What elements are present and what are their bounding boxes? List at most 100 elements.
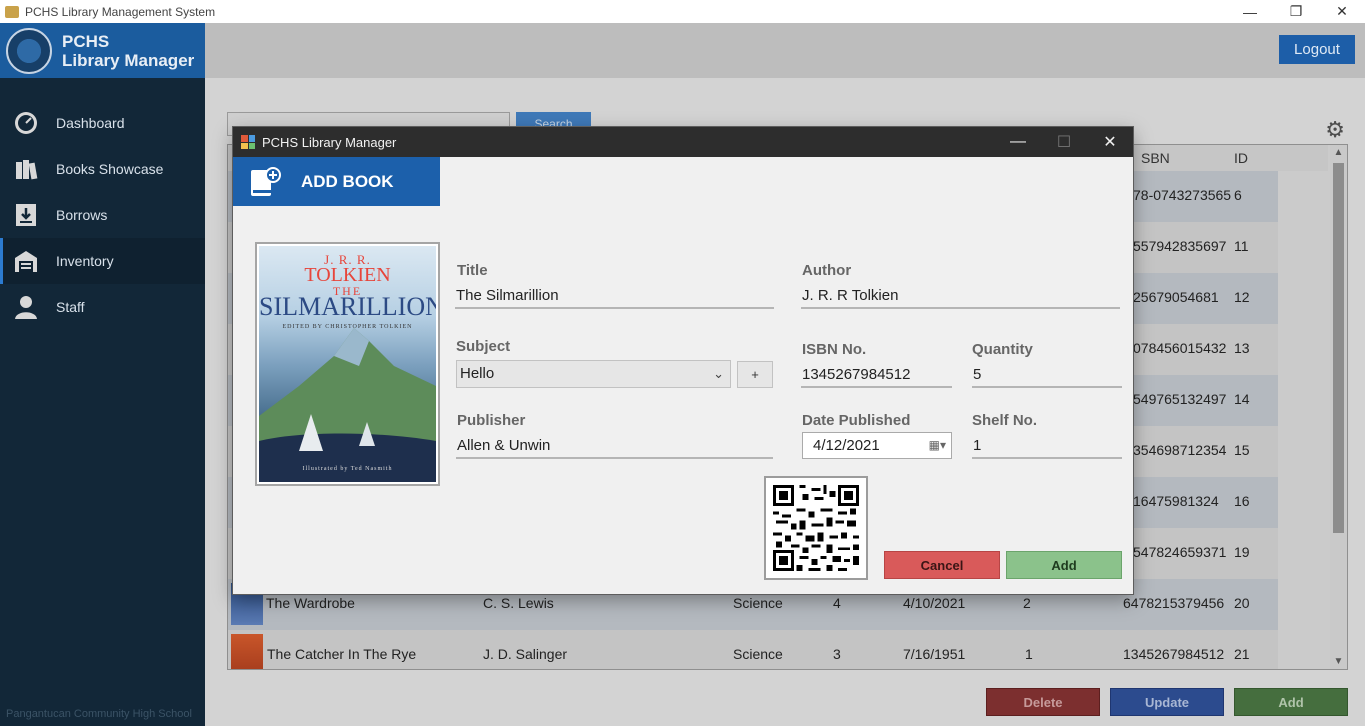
window-controls: — ❐ ✕ (1227, 0, 1365, 23)
cell-isbn: 25679054681 (1133, 289, 1219, 305)
cell-date: 4/10/2021 (903, 595, 966, 611)
isbn-qr-code (764, 476, 868, 580)
sidebar-item-label: Staff (56, 299, 85, 315)
sidebar-item-label: Inventory (56, 253, 114, 269)
logout-button[interactable]: Logout (1279, 35, 1355, 64)
cell-id: 15 (1234, 442, 1250, 458)
books-icon (12, 156, 40, 182)
date-published-value: 4/12/2021 (813, 437, 880, 454)
calendar-icon[interactable]: ▦▾ (929, 433, 946, 458)
sidebar-nav: Dashboard Books Showcase Borrows Invento… (0, 100, 205, 330)
minimize-icon[interactable]: — (995, 127, 1041, 157)
update-button[interactable]: Update (1110, 688, 1224, 716)
banner-title: ADD BOOK (301, 171, 394, 191)
cell-subject: Science (733, 646, 783, 662)
dashboard-gauge-icon (12, 110, 40, 136)
cell-isbn: 557942835697 (1133, 238, 1227, 254)
column-header-isbn[interactable]: SBN (1141, 150, 1170, 166)
author-field[interactable]: J. R. R Tolkien (801, 285, 1120, 309)
isbn-field[interactable]: 1345267984512 (801, 364, 952, 388)
cell-quantity: 3 (833, 646, 841, 662)
cell-isbn: 549765132497 (1133, 391, 1227, 407)
dialog-app-icon (241, 135, 255, 149)
brand-line1: PCHS (62, 31, 110, 51)
cell-id: 13 (1234, 340, 1250, 356)
person-icon (12, 294, 40, 320)
brand-header: PCHS Library Manager (0, 23, 205, 78)
table-scrollbar[interactable]: ▲ ▼ (1330, 145, 1347, 669)
cell-isbn: 078456015432 (1133, 340, 1227, 356)
publisher-field[interactable]: Allen & Unwin (456, 435, 773, 459)
minimize-icon[interactable]: — (1227, 0, 1273, 23)
publisher-label: Publisher (457, 412, 526, 429)
cell-subject: Science (733, 595, 783, 611)
column-header-id[interactable]: ID (1234, 150, 1248, 166)
add-book-dialog: PCHS Library Manager — ☐ ✕ ADD BOOK J. R… (233, 127, 1133, 594)
cell-shelf: 1 (1025, 646, 1033, 662)
chevron-down-icon: ⌄ (713, 366, 724, 381)
add-button[interactable]: Add (1234, 688, 1348, 716)
cell-author: J. D. Salinger (483, 646, 568, 662)
brand-text: PCHS Library Manager (62, 32, 194, 70)
cell-isbn: 78-0743273565 (1133, 187, 1232, 203)
cell-id: 20 (1234, 595, 1250, 611)
close-icon[interactable]: ✕ (1087, 127, 1133, 157)
shelf-field[interactable]: 1 (972, 435, 1122, 459)
cell-date: 7/16/1951 (903, 646, 966, 662)
sidebar-item-borrows[interactable]: Borrows (0, 192, 205, 238)
window-title: PCHS Library Management System (25, 4, 216, 19)
sidebar-item-label: Borrows (56, 207, 108, 223)
window-titlebar: PCHS Library Management System — ❐ ✕ (0, 0, 1365, 23)
cell-id: 21 (1234, 646, 1250, 662)
book-cover-image[interactable]: J. R. R. TOLKIEN THE SILMARILLION EDITED… (255, 242, 440, 486)
dialog-add-button[interactable]: Add (1006, 551, 1122, 579)
app-icon (5, 5, 19, 18)
title-label: Title (457, 262, 488, 279)
scroll-thumb[interactable] (1333, 163, 1344, 533)
cell-isbn: 16475981324 (1133, 493, 1219, 509)
download-tray-icon (12, 202, 40, 228)
add-book-banner: ADD BOOK (233, 157, 440, 206)
cell-id: 12 (1234, 289, 1250, 305)
restore-icon[interactable]: ❐ (1273, 0, 1319, 23)
subject-select[interactable]: Hello ⌄ (456, 360, 731, 388)
qr-code-image (773, 485, 859, 571)
maximize-icon: ☐ (1056, 134, 1072, 151)
cover-book-title: SILMARILLION (259, 292, 436, 321)
table-row[interactable]: The Catcher In The Rye J. D. Salinger Sc… (228, 630, 1278, 669)
school-seal-logo (6, 27, 52, 74)
brand-line2: Library Manager (62, 50, 195, 70)
sidebar-item-inventory[interactable]: Inventory (0, 238, 205, 284)
date-published-picker[interactable]: 4/12/2021 ▦▾ (802, 432, 952, 459)
warehouse-icon (12, 248, 40, 274)
scroll-up-icon[interactable]: ▲ (1330, 147, 1347, 158)
sidebar-item-dashboard[interactable]: Dashboard (0, 100, 205, 146)
title-field[interactable]: The Silmarillion (455, 285, 774, 309)
sidebar: PCHS Library Manager Dashboard Books Sho… (0, 23, 205, 726)
sidebar-item-books-showcase[interactable]: Books Showcase (0, 146, 205, 192)
gear-icon[interactable]: ⚙ (1325, 117, 1345, 143)
dialog-controls: — ☐ ✕ (995, 127, 1133, 157)
quantity-field[interactable]: 5 (972, 364, 1122, 388)
cancel-button[interactable]: Cancel (884, 551, 1000, 579)
cell-id: 11 (1234, 238, 1249, 254)
sidebar-item-label: Dashboard (56, 115, 125, 131)
sidebar-item-staff[interactable]: Staff (0, 284, 205, 330)
subject-value: Hello (460, 365, 495, 382)
isbn-label: ISBN No. (802, 341, 867, 358)
cell-isbn: 354698712354 (1133, 442, 1227, 458)
top-header-bar: Logout (205, 23, 1365, 78)
cell-isbn: 547824659371 (1133, 544, 1227, 560)
dialog-title: PCHS Library Manager (262, 134, 397, 150)
cell-isbn: 1345267984512 (1123, 646, 1225, 662)
cell-isbn: 6478215379456 (1123, 595, 1225, 611)
school-footer: Pangantucan Community High School (6, 708, 192, 720)
cover-art: J. R. R. TOLKIEN THE SILMARILLION EDITED… (259, 246, 436, 482)
sidebar-item-label: Books Showcase (56, 161, 164, 177)
scroll-down-icon[interactable]: ▼ (1330, 656, 1347, 667)
add-subject-button[interactable]: + (737, 361, 773, 388)
cell-shelf: 2 (1023, 595, 1031, 611)
delete-button[interactable]: Delete (986, 688, 1100, 716)
quantity-label: Quantity (972, 341, 1033, 358)
close-icon[interactable]: ✕ (1319, 0, 1365, 23)
